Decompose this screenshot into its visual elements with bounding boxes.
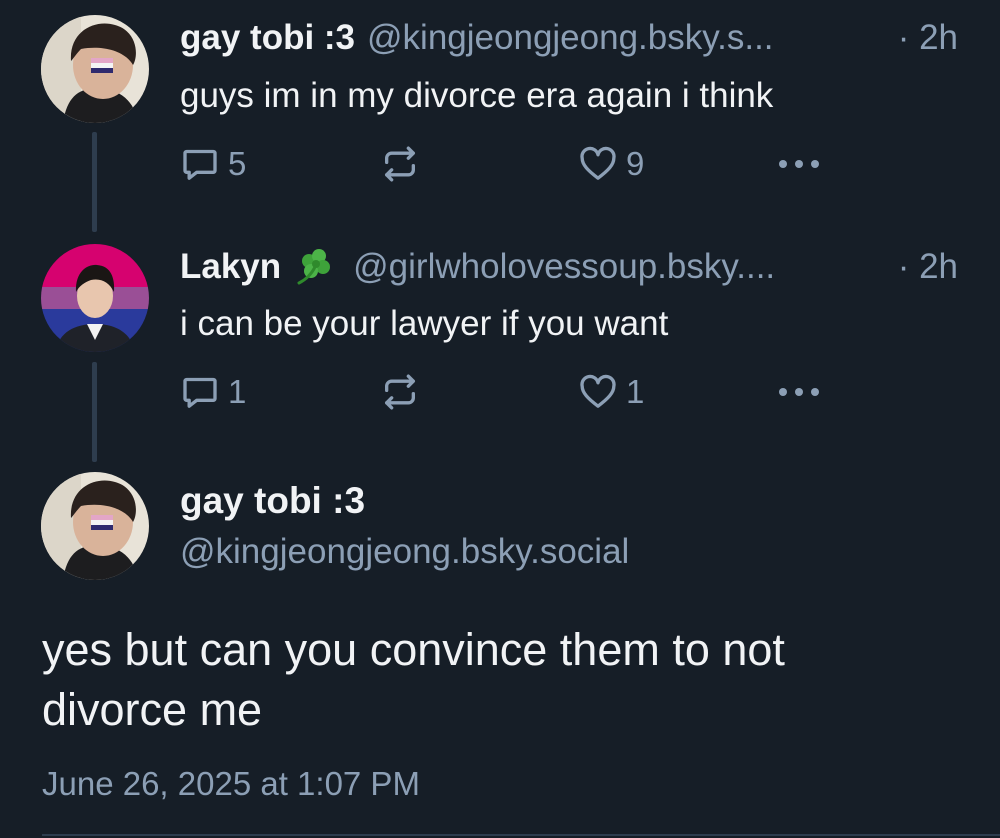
reply-button[interactable]: 1 (180, 370, 246, 414)
post-text: guys im in my divorce era again i think (180, 76, 774, 115)
thread-line (92, 362, 97, 462)
display-name[interactable]: Lakyn (180, 247, 281, 287)
reply-icon (183, 377, 217, 408)
post-header: gay tobi :3 @kingjeongjeong.bsky.s... · … (180, 16, 958, 60)
avatar-photo (41, 15, 149, 123)
avatar[interactable] (41, 472, 149, 580)
more-button[interactable] (776, 142, 822, 186)
more-button[interactable] (776, 370, 822, 414)
display-name[interactable]: gay tobi :3 (180, 480, 365, 522)
more-icon (779, 160, 819, 168)
thread-line (92, 132, 97, 232)
reply-count: 5 (228, 145, 247, 182)
repost-button[interactable] (380, 142, 420, 186)
reply-count: 1 (228, 373, 247, 410)
repost-icon (385, 146, 415, 182)
display-name[interactable]: gay tobi :3 (180, 18, 355, 58)
avatar[interactable] (41, 15, 149, 123)
handle[interactable]: @kingjeongjeong.bsky.social (180, 532, 629, 572)
post-header: Lakyn @girlwholovessoup.bsky.... · 2h (180, 245, 958, 289)
post-text: i can be your lawyer if you want (180, 304, 669, 343)
post-time[interactable]: · 2h (898, 18, 958, 58)
post-actions: 5 9 (180, 142, 840, 186)
avatar-photo (41, 244, 149, 352)
like-icon (580, 374, 616, 408)
post-text: yes but can you convince them to not div… (42, 624, 785, 735)
divider (42, 834, 1000, 836)
avatar-photo (41, 472, 149, 580)
like-count: 9 (626, 145, 645, 182)
more-icon (779, 388, 819, 396)
post-time[interactable]: · 2h (898, 247, 958, 287)
avatar[interactable] (41, 244, 149, 352)
reply-icon (183, 149, 217, 180)
repost-button[interactable] (380, 370, 420, 414)
post-timestamp: June 26, 2025 at 1:07 PM (42, 765, 420, 802)
like-icon (580, 146, 616, 180)
like-button[interactable]: 1 (578, 370, 644, 414)
reply-button[interactable]: 5 (180, 142, 246, 186)
post-actions: 1 1 (180, 370, 840, 414)
handle[interactable]: @girlwholovessoup.bsky.... (353, 247, 888, 287)
like-button[interactable]: 9 (578, 142, 644, 186)
like-count: 1 (626, 373, 645, 410)
shamrock-icon (297, 249, 331, 285)
repost-icon (385, 374, 415, 410)
handle[interactable]: @kingjeongjeong.bsky.s... (367, 18, 888, 58)
